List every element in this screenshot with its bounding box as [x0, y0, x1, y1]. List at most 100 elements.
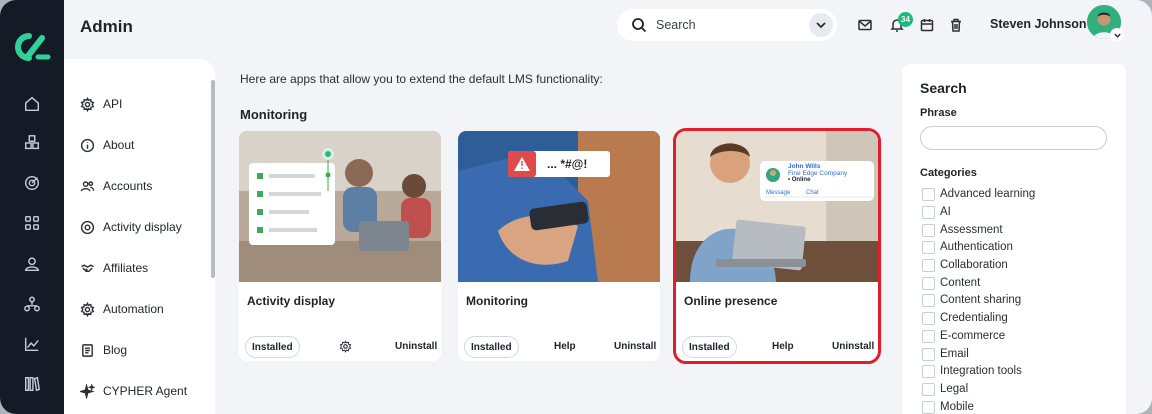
subnav-item-label: Blog — [103, 343, 128, 357]
phrase-input[interactable] — [920, 126, 1107, 150]
category-ai[interactable]: AI — [922, 204, 951, 220]
subnav-item-about[interactable]: About — [80, 135, 134, 155]
subnav-item-affiliates[interactable]: Affiliates — [80, 258, 148, 278]
chevron-down-icon[interactable] — [809, 13, 833, 37]
subnav-item-accounts[interactable]: Accounts — [80, 176, 152, 196]
category-email[interactable]: Email — [922, 346, 969, 362]
checkbox[interactable] — [922, 311, 935, 325]
card-title: Monitoring — [466, 294, 528, 308]
popup-chat: Chat — [806, 190, 819, 196]
category-assessment[interactable]: Assessment — [922, 222, 1003, 238]
card-title: Online presence — [684, 294, 778, 308]
global-search[interactable]: Search — [617, 9, 837, 41]
subnav-item-label: Accounts — [103, 179, 153, 193]
category-integration-tools[interactable]: Integration tools — [922, 363, 1022, 379]
checkbox[interactable] — [922, 223, 935, 237]
card-image — [458, 131, 660, 282]
app-window: Admin Search 34 Steven Johnson API About… — [0, 0, 1152, 414]
intro-text: Here are apps that allow you to extend t… — [240, 72, 603, 86]
user-icon[interactable] — [20, 252, 44, 276]
checkbox[interactable] — [922, 364, 935, 378]
grid-icon[interactable] — [20, 211, 44, 235]
checkbox[interactable] — [922, 187, 935, 201]
info-icon — [80, 138, 95, 152]
home-icon[interactable] — [20, 92, 44, 116]
icon-rail — [0, 0, 64, 414]
categories-label: Categories — [920, 167, 977, 179]
app-card-activity-display[interactable]: Activity display Installed Uninstall — [239, 131, 441, 361]
popup-name: John Wills — [788, 163, 821, 170]
popup-message: Message — [766, 190, 791, 196]
mail-icon[interactable] — [856, 16, 874, 34]
installed-badge: Installed — [464, 336, 519, 358]
subnav-item-label: Activity display — [103, 220, 182, 234]
boxes-icon[interactable] — [20, 131, 44, 155]
card-image — [239, 131, 441, 282]
document-icon — [82, 343, 93, 357]
subnav-item-label: Automation — [103, 302, 164, 316]
trash-icon[interactable] — [947, 16, 965, 34]
checkbox[interactable] — [922, 205, 935, 219]
checkbox[interactable] — [922, 276, 935, 290]
subnav-item-cypher-agent[interactable]: CYPHER Agent — [80, 381, 187, 401]
subnav-item-blog[interactable]: Blog — [80, 340, 127, 360]
search-placeholder: Search — [656, 18, 696, 32]
category-e-commerce[interactable]: E-commerce — [922, 328, 1005, 344]
subnav-item-activity-display[interactable]: Activity display — [80, 217, 182, 237]
category-content-sharing[interactable]: Content sharing — [922, 292, 1021, 308]
category-legal[interactable]: Legal — [922, 381, 968, 397]
installed-badge: Installed — [682, 336, 737, 358]
sparkle-icon — [80, 383, 95, 399]
calendar-icon[interactable] — [918, 16, 936, 34]
card-image — [676, 131, 878, 282]
category-credentialing[interactable]: Credentialing — [922, 310, 1008, 326]
app-card-online-presence[interactable]: John Wills Fine Edge Company • Online Me… — [673, 128, 881, 364]
subnav-scrollbar[interactable] — [211, 80, 215, 278]
target-icon[interactable] — [20, 171, 44, 195]
checkbox[interactable] — [922, 400, 935, 414]
checkbox[interactable] — [922, 347, 935, 361]
chart-icon[interactable] — [20, 332, 44, 356]
subnav-item-label: API — [103, 97, 123, 111]
category-collaboration[interactable]: Collaboration — [922, 257, 1008, 273]
category-advanced-learning[interactable]: Advanced learning — [922, 186, 1035, 202]
category-content[interactable]: Content — [922, 275, 980, 291]
checkbox[interactable] — [922, 240, 935, 254]
section-title: Monitoring — [240, 107, 308, 122]
user-name[interactable]: Steven Johnson — [990, 17, 1087, 31]
help-link[interactable]: Help — [772, 341, 794, 352]
checkbox[interactable] — [922, 382, 935, 396]
phrase-label: Phrase — [920, 107, 957, 119]
org-icon[interactable] — [20, 292, 44, 316]
subnav-item-api[interactable]: API — [80, 94, 122, 114]
subnav-item-label: About — [103, 138, 135, 152]
chevron-down-icon[interactable] — [1110, 28, 1124, 42]
target-icon — [80, 220, 95, 234]
uninstall-link[interactable]: Uninstall — [395, 341, 437, 352]
monitoring-bubble-text: ... *#@! — [547, 157, 588, 171]
subnav-item-label: CYPHER Agent — [103, 384, 188, 398]
category-mobile[interactable]: Mobile — [922, 399, 974, 414]
search-icon — [632, 18, 647, 33]
handshake-icon — [81, 263, 94, 272]
subnav-item-automation[interactable]: Automation — [80, 299, 164, 319]
uninstall-link[interactable]: Uninstall — [832, 341, 874, 352]
checkbox[interactable] — [922, 329, 935, 343]
checkbox[interactable] — [922, 293, 935, 307]
app-card-monitoring[interactable]: ... *#@! Monitoring Installed Help Unins… — [458, 131, 660, 361]
subnav-item-label: Affiliates — [103, 261, 149, 275]
page-title: Admin — [80, 17, 133, 36]
brand-logo[interactable] — [12, 30, 52, 64]
category-authentication[interactable]: Authentication — [922, 239, 1013, 255]
gear-icon[interactable] — [339, 340, 352, 353]
help-link[interactable]: Help — [554, 341, 576, 352]
uninstall-link[interactable]: Uninstall — [614, 341, 656, 352]
library-icon[interactable] — [20, 372, 44, 396]
gear-icon — [80, 96, 95, 112]
popup-status: • Online — [788, 177, 811, 183]
card-title: Activity display — [247, 294, 336, 308]
installed-badge: Installed — [245, 336, 300, 358]
search-panel-title: Search — [920, 80, 967, 96]
notification-badge: 34 — [898, 12, 913, 27]
checkbox[interactable] — [922, 258, 935, 272]
